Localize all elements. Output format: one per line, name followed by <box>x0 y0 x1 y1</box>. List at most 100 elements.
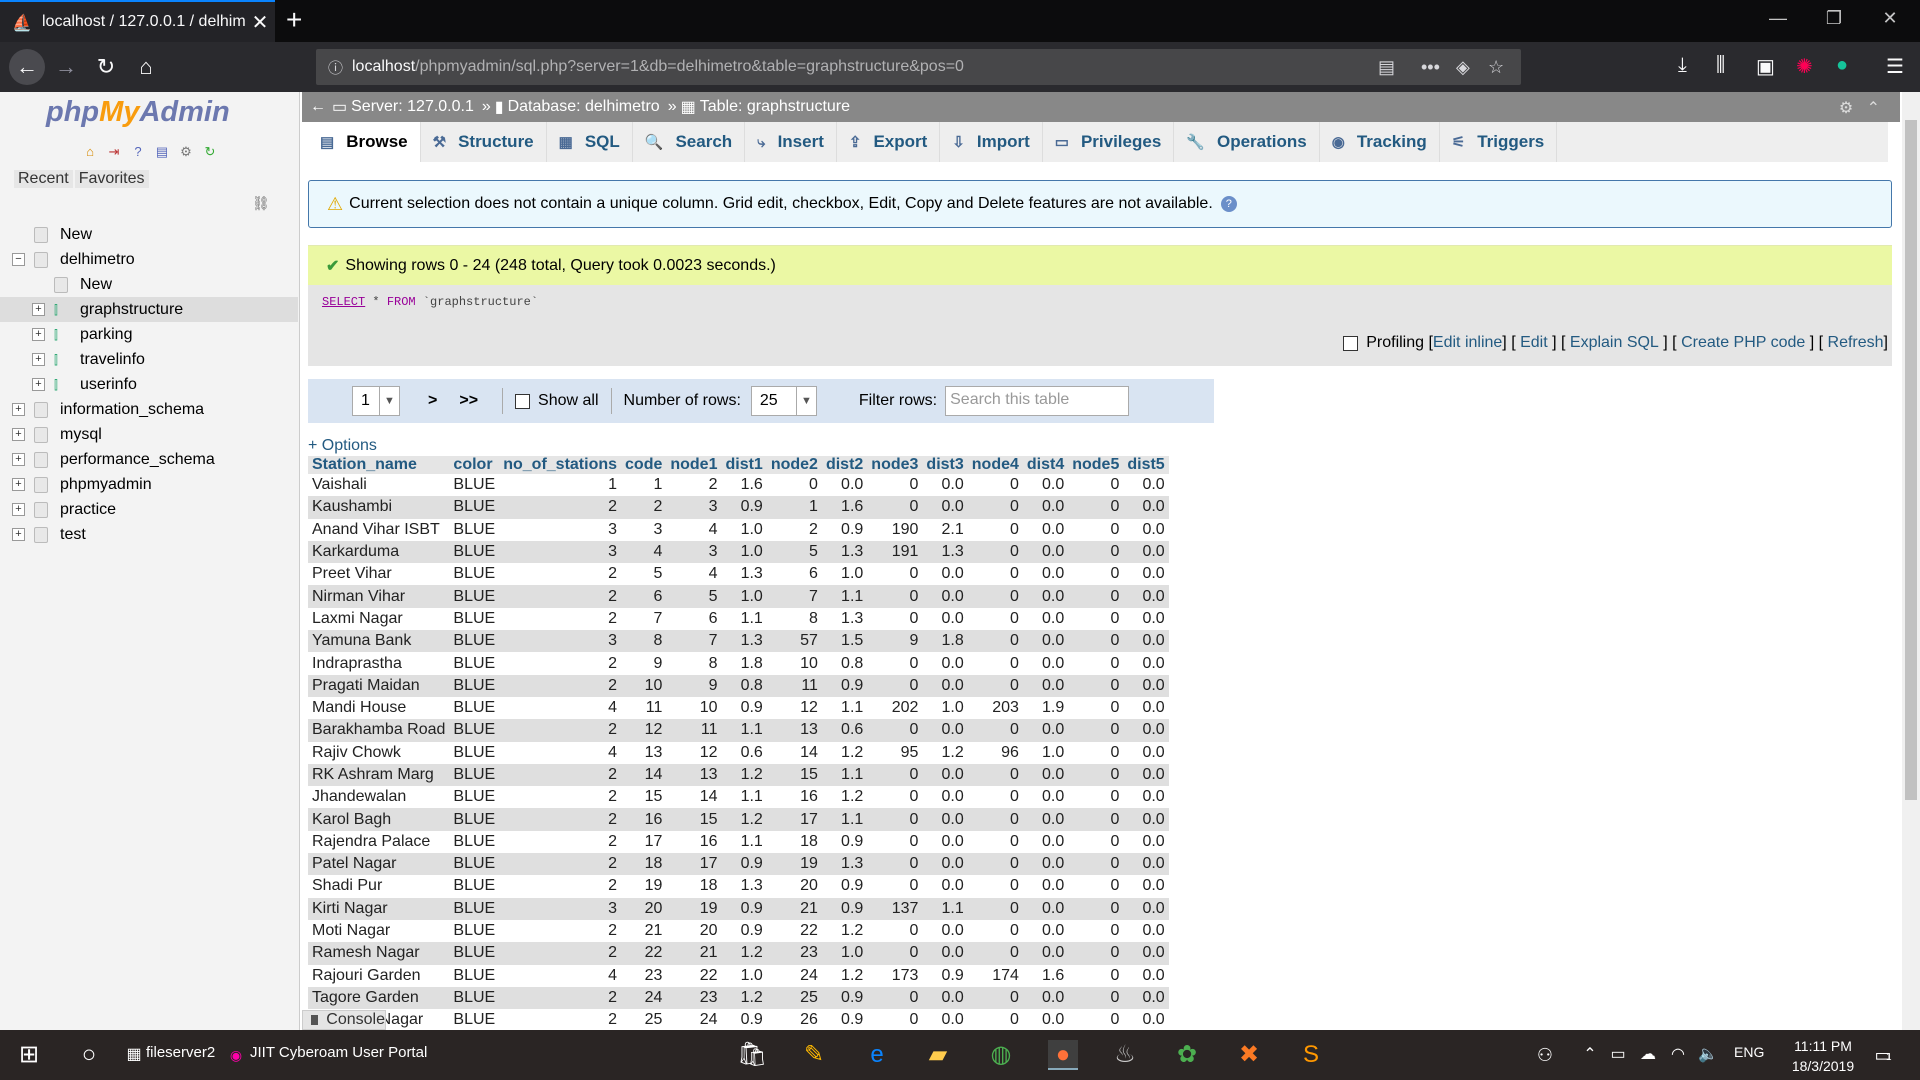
column-header-node3[interactable]: node3 <box>867 456 923 474</box>
browser-tab[interactable]: ⛵ localhost / 127.0.0.1 / delhimet ✕ <box>0 0 275 42</box>
console-toggle[interactable]: Console <box>302 1010 386 1030</box>
tab-operations[interactable]: 🔧 Operations <box>1174 122 1320 162</box>
sublime-icon[interactable]: S <box>1296 1040 1326 1070</box>
breadcrumb-settings-icon[interactable]: ⚙ ⌃ <box>1839 98 1880 118</box>
people-icon[interactable]: ⚇ <box>1530 1040 1560 1070</box>
downloads-icon[interactable]: ⤓ <box>1678 54 1687 77</box>
explain-sql-link[interactable]: Explain SQL <box>1570 334 1659 352</box>
taskbar-fileserver[interactable]: fileserver2 <box>146 1044 215 1061</box>
options-link[interactable]: + Options <box>308 437 377 455</box>
column-header-code[interactable]: code <box>621 456 667 474</box>
expand-icon[interactable]: + <box>12 453 25 466</box>
scrollbar-thumb[interactable] <box>1905 120 1917 800</box>
collapse-icon[interactable]: − <box>12 253 25 266</box>
pocket-icon[interactable]: ◈ <box>1456 57 1470 78</box>
expand-icon[interactable]: + <box>32 303 45 316</box>
tree-table-item[interactable]: + ⫿ travelinfo <box>0 347 298 372</box>
tree-new-item[interactable]: New <box>0 272 298 297</box>
show-all-checkbox[interactable] <box>515 393 531 409</box>
tab-search[interactable]: 🔍 Search <box>633 122 746 162</box>
tree-database-item[interactable]: + mysql <box>0 422 298 447</box>
app-icon[interactable]: ✿ <box>1172 1040 1202 1070</box>
logout-icon[interactable]: ⇥ <box>104 142 124 162</box>
number-of-rows-select[interactable]: 25 ▼ <box>750 386 817 416</box>
expand-icon[interactable]: + <box>32 353 45 366</box>
store-icon[interactable]: 🛍 <box>737 1040 767 1070</box>
sidebar-icon[interactable]: ▣ <box>1756 54 1775 79</box>
profiling-checkbox[interactable] <box>1343 335 1359 351</box>
breadcrumb-table[interactable]: ▦ Table: graphstructure <box>681 97 850 117</box>
cloud-icon[interactable]: ☁ <box>1633 1040 1663 1070</box>
column-header-dist1[interactable]: dist1 <box>721 456 767 474</box>
notepad-icon[interactable]: ✎ <box>799 1040 829 1070</box>
help-icon[interactable]: ? <box>128 142 148 162</box>
documentation-icon[interactable]: ▤ <box>152 142 172 162</box>
home-icon[interactable]: ⌂ <box>80 142 100 162</box>
tree-database-item[interactable]: − delhimetro <box>0 247 298 272</box>
back-button[interactable]: ← <box>9 49 45 85</box>
settings-icon[interactable]: ⚙ <box>176 142 196 162</box>
edge-icon[interactable]: e <box>862 1040 892 1070</box>
wifi-icon[interactable]: ◠ <box>1663 1040 1693 1070</box>
grammarly-icon[interactable]: ● <box>1836 54 1848 77</box>
tree-database-item[interactable]: + practice <box>0 497 298 522</box>
help-icon[interactable]: ? <box>1220 196 1237 212</box>
refresh-link[interactable]: Refresh <box>1828 334 1884 352</box>
tree-table-item[interactable]: + ⫿ graphstructure <box>0 297 298 322</box>
reload-nav-icon[interactable]: ↻ <box>200 142 220 162</box>
library-icon[interactable]: ⫼ <box>1716 54 1725 77</box>
battery-icon[interactable]: ▭ <box>1603 1040 1633 1070</box>
menu-icon[interactable]: ☰ <box>1886 54 1904 79</box>
minimize-window-icon[interactable]: — <box>1758 8 1798 29</box>
tree-table-item[interactable]: + ⫿ parking <box>0 322 298 347</box>
language-indicator[interactable]: ENG <box>1734 1044 1764 1060</box>
edit-inline-link[interactable]: Edit inline <box>1433 334 1502 352</box>
collapse-nav-icon[interactable]: ← <box>310 98 332 116</box>
taskbar-cyberoam[interactable]: JIIT Cyberoam User Portal <box>250 1044 427 1061</box>
tree-new-item[interactable]: New <box>0 222 298 247</box>
column-header-node5[interactable]: node5 <box>1068 456 1124 474</box>
reload-button[interactable]: ↻ <box>90 51 122 83</box>
column-header-no_of_stations[interactable]: no_of_stations <box>499 456 622 474</box>
cortana-search-icon[interactable]: ○ <box>74 1040 104 1070</box>
restore-window-icon[interactable]: ❐ <box>1814 8 1854 29</box>
phpmyadmin-logo[interactable]: phpMyAdmin <box>46 96 230 129</box>
edit-link[interactable]: Edit <box>1520 334 1548 352</box>
breadcrumb-server[interactable]: ▭ Server: 127.0.0.1 <box>332 97 474 117</box>
column-header-node4[interactable]: node4 <box>967 456 1023 474</box>
tab-triggers[interactable]: ⚟ Triggers <box>1440 122 1558 162</box>
tab-structure[interactable]: ⚒ Structure <box>421 122 547 162</box>
tray-chevron-icon[interactable]: ⌃ <box>1575 1040 1605 1070</box>
file-explorer-icon[interactable]: ▰ <box>923 1040 953 1070</box>
extension-icon[interactable]: ✺ <box>1796 54 1813 79</box>
expand-icon[interactable]: + <box>32 328 45 341</box>
reader-view-icon[interactable]: ▤ <box>1378 57 1395 78</box>
chrome-icon[interactable]: ◍ <box>986 1040 1016 1070</box>
tree-database-item[interactable]: + information_schema <box>0 397 298 422</box>
tree-table-item[interactable]: + ⫿ userinfo <box>0 372 298 397</box>
windows-start-icon[interactable]: ⊞ <box>14 1040 44 1070</box>
create-php-code-link[interactable]: Create PHP code <box>1681 334 1805 352</box>
firefox-icon[interactable]: ● <box>1048 1040 1078 1070</box>
expand-icon[interactable]: + <box>12 503 25 516</box>
bookmark-star-icon[interactable]: ☆ <box>1488 57 1504 78</box>
address-bar[interactable]: ⓘ localhost/phpmyadmin/sql.php?server=1&… <box>316 49 1521 85</box>
page-select[interactable]: 1 ▼ <box>352 386 400 416</box>
xampp-icon[interactable]: ✖ <box>1234 1040 1264 1070</box>
page-actions-icon[interactable]: ••• <box>1421 57 1440 78</box>
forward-button[interactable]: → <box>50 51 82 83</box>
column-header-dist2[interactable]: dist2 <box>821 456 868 474</box>
close-window-icon[interactable]: ✕ <box>1870 8 1910 29</box>
expand-icon[interactable]: + <box>12 403 25 416</box>
expand-icon[interactable]: + <box>12 528 25 541</box>
close-tab-icon[interactable]: ✕ <box>245 10 275 35</box>
column-header-node1[interactable]: node1 <box>666 456 722 474</box>
recent-tab[interactable]: Recent <box>14 170 73 188</box>
column-header-dist4[interactable]: dist4 <box>1022 456 1069 474</box>
column-header-node2[interactable]: node2 <box>766 456 822 474</box>
breadcrumb-database[interactable]: ▮ Database: delhimetro <box>495 97 660 117</box>
favorites-tab[interactable]: Favorites <box>74 170 149 188</box>
home-button[interactable]: ⌂ <box>130 51 162 83</box>
expand-icon[interactable]: + <box>32 378 45 391</box>
tab-browse[interactable]: ▤ Browse <box>308 122 421 162</box>
